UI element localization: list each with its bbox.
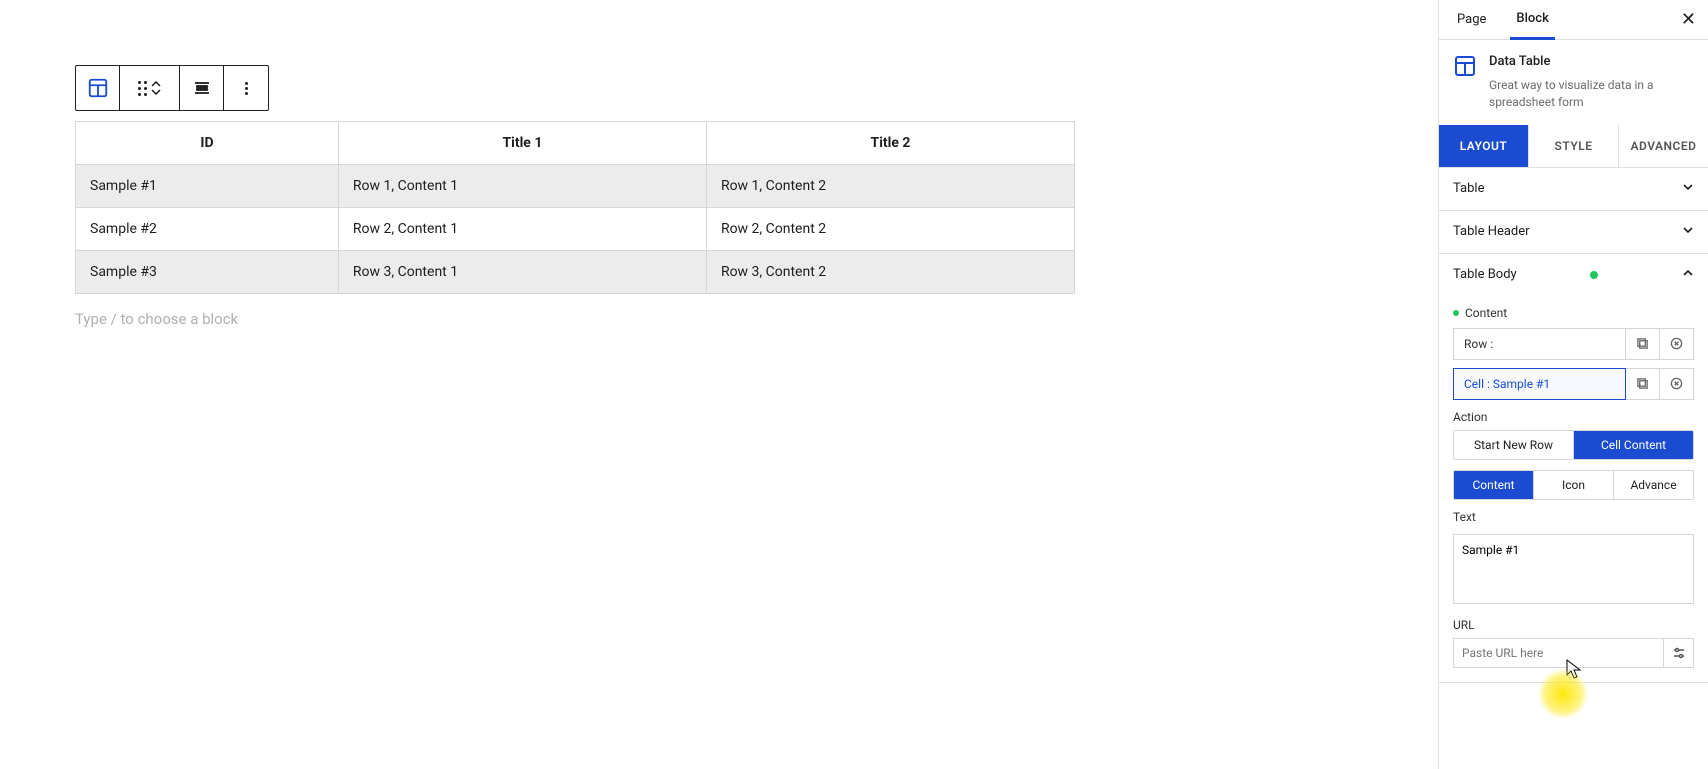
settings-icon [1672, 646, 1686, 660]
action-toggle: Start New Row Cell Content [1453, 430, 1694, 460]
panel-table-body-content: Content Row : Cell : Sample #1 [1439, 296, 1708, 682]
duplicate-row-button[interactable] [1626, 328, 1660, 360]
panel-table-header-head[interactable]: Table Header [1439, 211, 1708, 253]
table-row: Sample #3 Row 3, Content 1 Row 3, Conten… [76, 251, 1075, 294]
panel-table-head[interactable]: Table [1439, 168, 1708, 210]
tab-page[interactable]: Page [1451, 0, 1492, 40]
inspector-tab-advanced[interactable]: ADVANCED [1618, 125, 1708, 167]
table-cell[interactable]: Row 2, Content 1 [338, 208, 706, 251]
tab-block[interactable]: Block [1510, 0, 1554, 40]
duplicate-cell-button[interactable] [1626, 368, 1660, 400]
cell-text-input[interactable] [1453, 534, 1694, 604]
drag-dots-icon [138, 81, 147, 96]
table-cell[interactable]: Sample #3 [76, 251, 339, 294]
block-description: Great way to visualize data in a spreads… [1489, 77, 1694, 111]
section-tabs: Content Icon Advance [1453, 470, 1694, 500]
table-cell[interactable]: Row 1, Content 1 [338, 165, 706, 208]
table-header-cell[interactable]: Title 2 [706, 122, 1074, 165]
block-title: Data Table [1489, 54, 1694, 69]
table-header-cell[interactable]: Title 1 [338, 122, 706, 165]
panel-title: Table Body [1453, 267, 1517, 282]
table-cell[interactable]: Row 2, Content 2 [706, 208, 1074, 251]
inspector-tab-style[interactable]: STYLE [1528, 125, 1618, 167]
move-up-down-icon [151, 81, 161, 95]
close-sidebar-button[interactable]: ✕ [1681, 9, 1696, 30]
panel-title: Table [1453, 181, 1484, 196]
action-start-new-row[interactable]: Start New Row [1454, 431, 1574, 459]
panel-table: Table [1439, 168, 1708, 211]
table-cell[interactable]: Sample #1 [76, 165, 339, 208]
chevron-down-icon [1682, 224, 1694, 240]
table-header-cell[interactable]: ID [76, 122, 339, 165]
data-table[interactable]: ID Title 1 Title 2 Sample #1 Row 1, Cont… [75, 121, 1075, 294]
panel-table-body-head[interactable]: Table Body [1439, 254, 1708, 296]
url-settings-button[interactable] [1664, 638, 1694, 668]
sidebar-tabs: Page Block ✕ [1439, 0, 1708, 40]
table-cell[interactable]: Sample #2 [76, 208, 339, 251]
url-row [1453, 638, 1694, 668]
table-cell[interactable]: Row 3, Content 1 [338, 251, 706, 294]
action-label: Action [1453, 410, 1694, 424]
url-label: URL [1453, 618, 1694, 632]
section-tab-advance[interactable]: Advance [1614, 471, 1693, 499]
align-icon [193, 79, 211, 97]
delete-icon [1670, 337, 1683, 350]
block-type-button[interactable] [76, 66, 120, 110]
align-button[interactable] [180, 66, 224, 110]
cell-item: Cell : Sample #1 [1453, 368, 1694, 400]
copy-icon [1636, 377, 1649, 390]
chevron-up-icon [1682, 267, 1694, 283]
data-table-icon [1453, 54, 1477, 78]
copy-icon [1636, 337, 1649, 350]
text-label: Text [1453, 510, 1694, 524]
more-options-button[interactable] [224, 66, 268, 110]
block-toolbar [75, 65, 269, 111]
delete-icon [1670, 377, 1683, 390]
modified-indicator-icon [1590, 271, 1598, 279]
cell-item-label[interactable]: Cell : Sample #1 [1453, 368, 1626, 400]
section-tab-icon[interactable]: Icon [1534, 471, 1614, 499]
delete-cell-button[interactable] [1660, 368, 1694, 400]
close-icon: ✕ [1681, 9, 1696, 30]
editor-canvas: ID Title 1 Title 2 Sample #1 Row 1, Cont… [0, 0, 1438, 769]
section-tab-content[interactable]: Content [1454, 471, 1534, 499]
panel-title: Table Header [1453, 224, 1530, 239]
block-appender[interactable]: Type / to choose a block [75, 310, 1363, 328]
table-cell[interactable]: Row 3, Content 2 [706, 251, 1074, 294]
inspector-tab-layout[interactable]: LAYOUT [1439, 125, 1528, 167]
chevron-down-icon [1682, 181, 1694, 197]
block-drag-handle[interactable] [120, 66, 180, 110]
inspector-tabs: LAYOUT STYLE ADVANCED [1439, 125, 1708, 168]
action-cell-content[interactable]: Cell Content [1574, 431, 1693, 459]
row-item: Row : [1453, 328, 1694, 360]
table-header-row: ID Title 1 Title 2 [76, 122, 1075, 165]
panel-table-body: Table Body Content Row : [1439, 254, 1708, 683]
row-item-label[interactable]: Row : [1453, 328, 1626, 360]
url-input[interactable] [1453, 638, 1664, 668]
table-row: Sample #2 Row 2, Content 1 Row 2, Conten… [76, 208, 1075, 251]
table-cell[interactable]: Row 1, Content 2 [706, 165, 1074, 208]
delete-row-button[interactable] [1660, 328, 1694, 360]
panel-table-header: Table Header [1439, 211, 1708, 254]
table-icon [87, 77, 109, 99]
table-row: Sample #1 Row 1, Content 1 Row 1, Conten… [76, 165, 1075, 208]
settings-sidebar: Page Block ✕ Data Table Great way to vis… [1438, 0, 1708, 769]
content-label: Content [1453, 306, 1694, 320]
more-icon [245, 82, 248, 95]
block-info: Data Table Great way to visualize data i… [1439, 40, 1708, 119]
